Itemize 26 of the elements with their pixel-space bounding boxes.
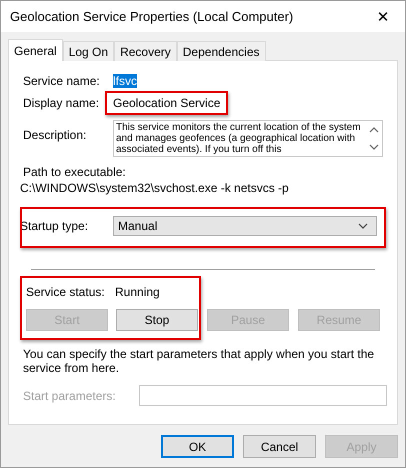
window-title: Geolocation Service Properties (Local Computer): [10, 9, 294, 24]
hint-text: You can specify the start parameters that apply when you start the service from here.: [23, 347, 376, 375]
tab[interactable]: Recovery: [114, 41, 177, 61]
field-label: Service name:: [23, 74, 101, 88]
scroll-up-icon[interactable]: [369, 126, 379, 133]
field-label: Display name:: [23, 96, 100, 110]
field-label: Description:: [23, 128, 88, 142]
dialog-button[interactable]: Cancel: [243, 435, 316, 458]
path-value: C:\WINDOWS\system32\svchost.exe -k netsvcs -p: [20, 181, 290, 195]
service-button[interactable]: Stop: [116, 309, 198, 331]
scroll-down-icon[interactable]: [369, 144, 379, 150]
close-button[interactable]: ✕: [361, 1, 405, 32]
description-text: This service monitors the current location of the system and manages geofences (a geographical location with associated events). If you turn off this: [115, 121, 362, 156]
tab[interactable]: Log On: [62, 41, 114, 61]
chevron-down-icon: [358, 223, 368, 229]
field-label: Startup type:: [20, 219, 90, 233]
display-name-value: Geolocation Service: [113, 96, 220, 110]
tab[interactable]: Dependencies: [176, 41, 266, 61]
service-name-value: lfsvc: [113, 74, 137, 88]
field-label: Path to executable:: [23, 165, 127, 179]
field-label: Start parameters:: [23, 388, 117, 402]
field-label: Service status:: [26, 285, 106, 299]
status-value: Running: [115, 285, 160, 299]
dialog-button[interactable]: OK: [161, 435, 234, 458]
startup-type-dropdown[interactable]: Manual: [113, 216, 377, 236]
tab[interactable]: General: [8, 39, 63, 61]
